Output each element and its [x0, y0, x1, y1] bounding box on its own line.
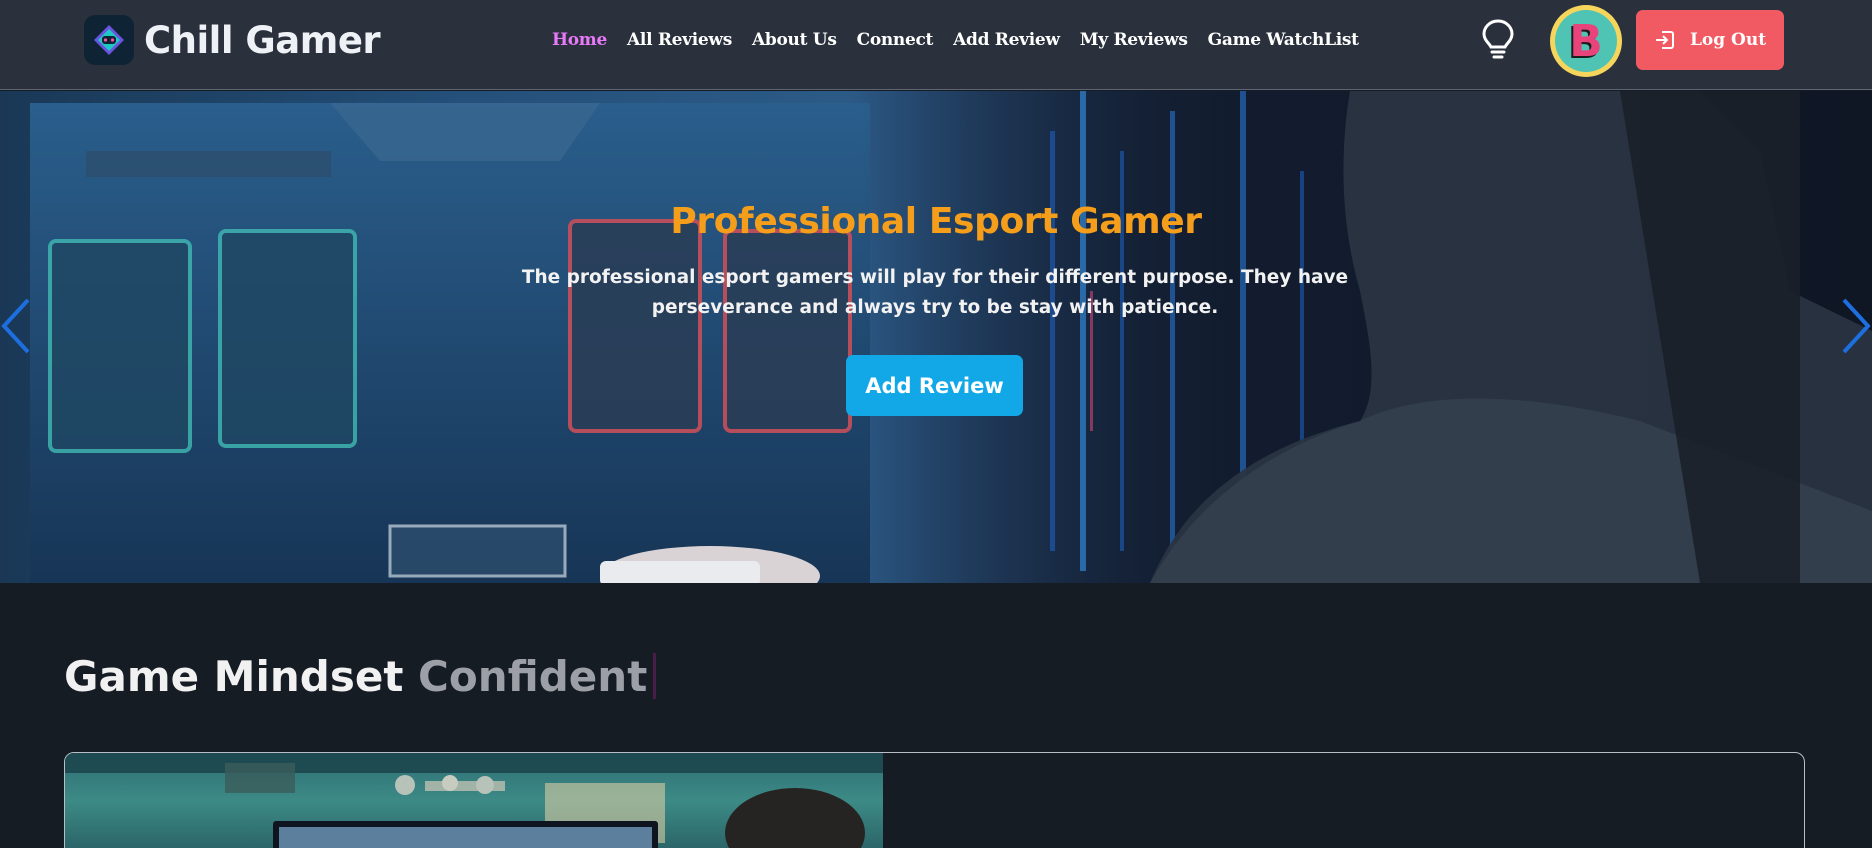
- nav-link-my-reviews[interactable]: My Reviews: [1080, 30, 1188, 50]
- brand-name: Chill Gamer: [144, 18, 381, 62]
- logout-button[interactable]: Log Out: [1636, 10, 1784, 70]
- avatar-letter: B: [1569, 15, 1603, 67]
- gamepad-icon: [84, 15, 134, 65]
- nav-link-connect[interactable]: Connect: [857, 30, 934, 50]
- section-heading: Game Mindset Confident: [64, 652, 657, 701]
- nav-link-add-review[interactable]: Add Review: [953, 30, 1060, 50]
- hero-title: Professional Esport Gamer: [670, 201, 1202, 242]
- lightbulb-icon[interactable]: [1480, 18, 1516, 62]
- feature-image: [65, 753, 883, 848]
- chevron-right-icon[interactable]: [1836, 294, 1872, 358]
- avatar[interactable]: B: [1550, 5, 1622, 77]
- hero-background-image: [30, 91, 1872, 583]
- navbar: Chill Gamer Home All Reviews About Us Co…: [0, 0, 1872, 90]
- nav-link-about-us[interactable]: About Us: [752, 30, 837, 50]
- typing-cursor: [653, 653, 657, 699]
- feature-card: [64, 752, 1805, 848]
- add-review-button[interactable]: Add Review: [846, 355, 1023, 416]
- nav-links: Home All Reviews About Us Connect Add Re…: [552, 30, 1379, 50]
- hero-carousel: Professional Esport Gamer The profession…: [0, 91, 1872, 583]
- avatar-image: B: [1555, 10, 1617, 72]
- nav-link-all-reviews[interactable]: All Reviews: [627, 30, 732, 50]
- heading-typed-text: Confident: [418, 652, 648, 701]
- chevron-left-icon[interactable]: [0, 294, 36, 358]
- logout-icon: [1655, 31, 1674, 49]
- logout-label: Log Out: [1689, 30, 1767, 50]
- nav-link-home[interactable]: Home: [552, 30, 607, 50]
- nav-link-game-watchlist[interactable]: Game WatchList: [1208, 30, 1359, 50]
- hero-description: The professional esport gamers will play…: [521, 267, 1349, 318]
- heading-static-text: Game Mindset: [64, 652, 404, 701]
- brand[interactable]: Chill Gamer: [84, 15, 381, 65]
